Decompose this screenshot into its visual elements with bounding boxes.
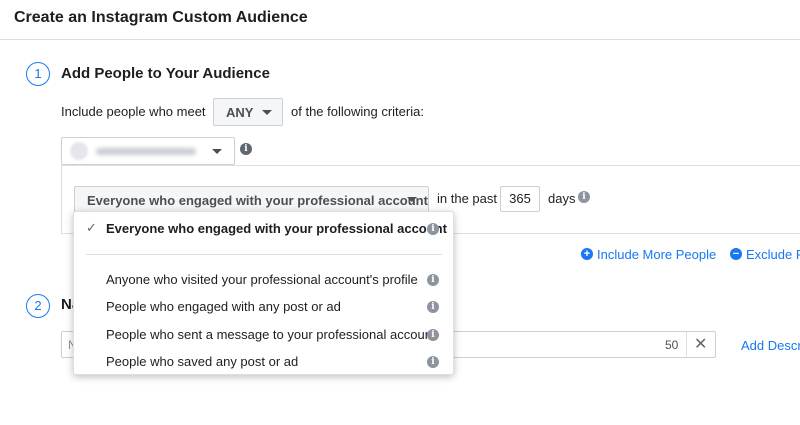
menu-item-label: People who engaged with any post or ad (106, 299, 341, 314)
plus-circle-icon[interactable]: + (581, 248, 593, 260)
menu-item[interactable]: People who engaged with any post or ad i (74, 294, 453, 320)
engagement-type-label: Everyone who engaged with your professio… (87, 193, 428, 208)
chevron-down-icon (212, 149, 222, 154)
info-icon[interactable]: i (240, 143, 252, 155)
menu-divider (86, 254, 442, 255)
input-divider (686, 332, 687, 357)
account-selector[interactable] (61, 137, 235, 165)
include-prefix-text: Include people who meet (61, 104, 206, 119)
engagement-type-menu: ✓ Everyone who engaged with your profess… (73, 211, 454, 375)
menu-item-label: Anyone who visited your professional acc… (106, 272, 418, 287)
step-1-title: Add People to Your Audience (61, 65, 270, 82)
close-icon[interactable]: ✕ (694, 334, 707, 354)
add-description-link[interactable]: Add Descr (741, 338, 800, 353)
info-icon[interactable]: i (427, 274, 439, 286)
step-1-badge: 1 (26, 62, 50, 86)
page-header: Create an Instagram Custom Audience (0, 0, 800, 40)
page-title: Create an Instagram Custom Audience (14, 9, 308, 26)
check-icon: ✓ (86, 220, 97, 235)
match-any-label: ANY (226, 105, 254, 120)
retention-days-input[interactable]: 365 (500, 186, 540, 212)
chevron-down-icon (262, 110, 272, 115)
info-icon[interactable]: i (427, 356, 439, 368)
character-count: 50 (665, 338, 679, 352)
menu-item-label: People who sent a message to your profes… (106, 327, 436, 342)
menu-item-selected[interactable]: ✓ Everyone who engaged with your profess… (74, 216, 453, 242)
info-icon[interactable]: i (427, 223, 439, 235)
exclude-people-link[interactable]: Exclude P (746, 247, 800, 262)
menu-item[interactable]: Anyone who visited your professional acc… (74, 267, 453, 293)
menu-item-label: People who saved any post or ad (106, 354, 299, 369)
menu-item[interactable]: People who sent a message to your profes… (74, 322, 453, 348)
info-icon[interactable]: i (578, 191, 590, 203)
account-avatar (70, 142, 88, 160)
engagement-type-dropdown[interactable]: Everyone who engaged with your professio… (74, 186, 429, 213)
chevron-down-icon (407, 197, 417, 202)
menu-item-label: Everyone who engaged with your professio… (106, 221, 447, 236)
info-icon[interactable]: i (427, 329, 439, 341)
include-suffix-text: of the following criteria: (291, 104, 424, 119)
info-icon[interactable]: i (427, 301, 439, 313)
include-more-people-link[interactable]: Include More People (597, 247, 716, 262)
in-the-past-text: in the past (437, 191, 497, 206)
match-any-dropdown[interactable]: ANY (213, 98, 283, 126)
menu-item[interactable]: People who saved any post or ad i (74, 349, 453, 375)
step-2-badge: 2 (26, 294, 50, 318)
account-name-blurred (96, 148, 196, 155)
days-label: days (548, 191, 576, 206)
minus-circle-icon[interactable]: − (730, 248, 742, 260)
